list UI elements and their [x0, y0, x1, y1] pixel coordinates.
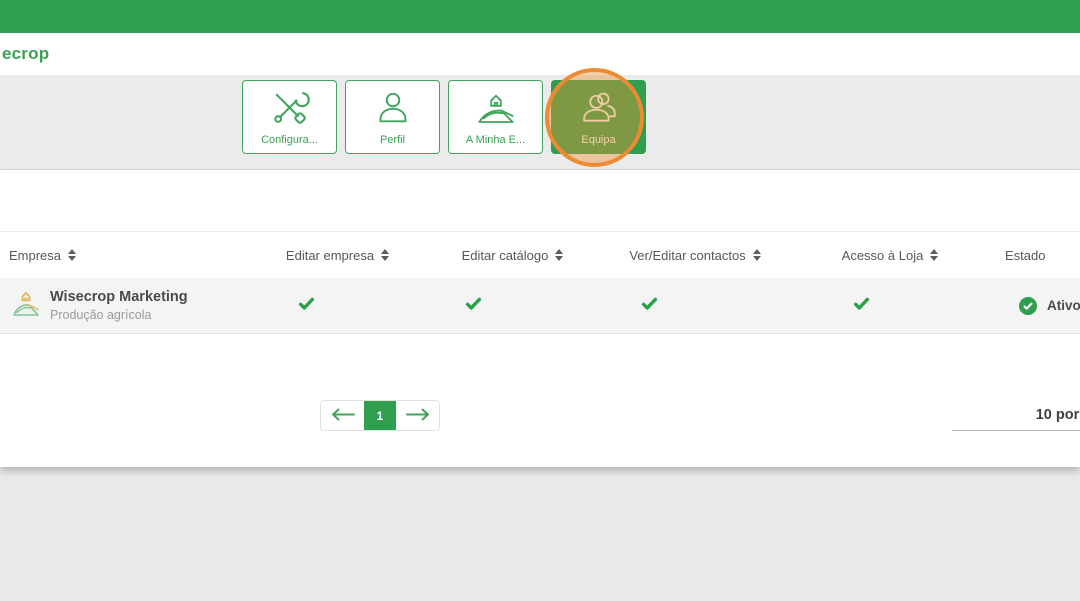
app-root: ecrop Configura... Perfil A Minha E... E… — [0, 0, 1080, 467]
toolbar-button-label: Perfil — [379, 134, 406, 146]
column-header-ver-editar-contactos[interactable]: Ver/Editar contactos — [600, 248, 790, 263]
company-name: Wisecrop Marketing — [50, 289, 188, 305]
column-label: Estado — [1005, 247, 1046, 263]
toolbar: Configura... Perfil A Minha E... Equipa — [0, 68, 1080, 170]
prev-page-button[interactable] — [321, 401, 364, 430]
tools-icon — [269, 81, 311, 134]
column-header-editar-empresa[interactable]: Editar empresa — [250, 248, 425, 263]
status-text: Ativo — [1047, 298, 1080, 313]
check-icon — [465, 295, 482, 317]
sort-icon[interactable] — [555, 249, 564, 261]
toolbar-button-label: A Minha E... — [465, 134, 526, 146]
column-label: Empresa — [9, 247, 62, 263]
current-page-button[interactable]: 1 — [364, 401, 396, 430]
top-navbar — [0, 0, 1080, 33]
toolbar-button-label: Equipa — [581, 134, 616, 146]
status-active-badge-icon — [1019, 296, 1037, 315]
column-header-empresa[interactable]: Empresa — [0, 248, 250, 263]
column-label: Ver/Editar contactos — [629, 247, 746, 263]
column-label: Editar catálogo — [461, 247, 549, 263]
farm-icon — [475, 81, 517, 134]
column-header-estado: Estado — [990, 248, 1080, 263]
check-icon — [641, 295, 658, 317]
page-size-value: 10 por página — [1035, 406, 1080, 423]
permission-acesso-a-loja — [790, 295, 990, 317]
toolbar-button-equipa[interactable]: Equipa — [551, 80, 646, 154]
check-icon — [298, 295, 315, 317]
companies-table: Empresa Editar empresa Editar catálogo V… — [0, 231, 1080, 334]
content-panel: Empresa Editar empresa Editar catálogo V… — [0, 170, 1080, 467]
column-label: Editar empresa — [285, 247, 375, 263]
app-logo: ecrop — [2, 44, 50, 63]
sort-icon[interactable] — [752, 249, 761, 261]
status-cell: Ativo — [990, 296, 1080, 315]
table-row[interactable]: Wisecrop Marketing Produção agrícola Ati… — [0, 278, 1080, 334]
column-label: Acesso à Loja — [841, 247, 924, 263]
permission-ver-editar-contactos — [600, 295, 790, 317]
sort-icon[interactable] — [381, 249, 390, 261]
toolbar-button-perfil[interactable]: Perfil — [345, 80, 440, 154]
sort-icon[interactable] — [68, 249, 77, 261]
toolbar-button-a-minha-empresa[interactable]: A Minha E... — [448, 80, 543, 154]
team-icon — [578, 81, 620, 134]
company-farm-icon — [12, 288, 40, 323]
check-icon — [853, 295, 870, 317]
person-icon — [373, 81, 413, 134]
column-header-editar-catalogo[interactable]: Editar catálogo — [425, 248, 600, 263]
toolbar-button-label: Configura... — [261, 134, 318, 146]
company-cell: Wisecrop Marketing Produção agrícola — [0, 288, 250, 323]
sort-icon[interactable] — [930, 249, 939, 261]
column-header-acesso-a-loja[interactable]: Acesso à Loja — [790, 248, 990, 263]
company-subtitle: Produção agrícola — [50, 308, 152, 322]
arrow-left-icon — [330, 408, 356, 424]
pagination: 1 — [320, 400, 440, 431]
permission-editar-empresa — [250, 295, 425, 317]
permission-editar-catalogo — [425, 295, 600, 317]
page-size-select[interactable]: 10 por página — [952, 399, 1080, 431]
logo-bar: ecrop — [0, 33, 1080, 75]
toolbar-button-row: Configura... Perfil A Minha E... Equipa — [242, 80, 646, 154]
table-header-row: Empresa Editar empresa Editar catálogo V… — [0, 231, 1080, 278]
arrow-right-icon — [405, 408, 431, 424]
next-page-button[interactable] — [396, 401, 439, 430]
toolbar-button-configuracoes[interactable]: Configura... — [242, 80, 337, 154]
